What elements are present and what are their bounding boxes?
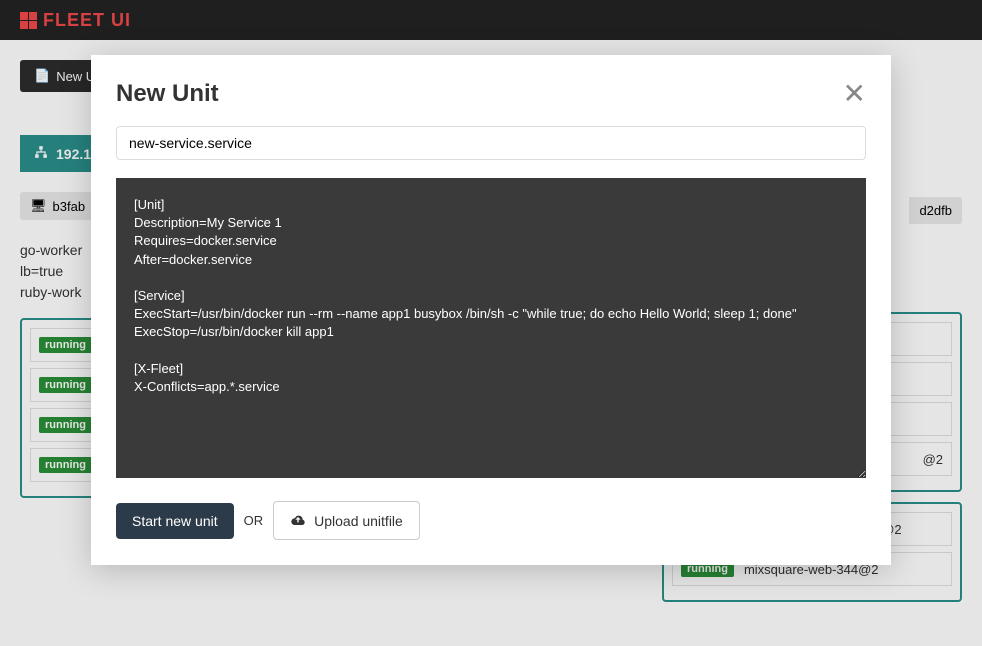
upload-label: Upload unitfile <box>314 513 403 529</box>
cloud-upload-icon <box>290 512 306 529</box>
unitfile-textarea[interactable] <box>116 178 866 478</box>
topbar: FLEET UI <box>0 0 982 40</box>
start-new-unit-button[interactable]: Start new unit <box>116 503 234 539</box>
app-logo[interactable]: FLEET UI <box>20 10 131 31</box>
logo-text: FLEET UI <box>43 10 131 31</box>
close-icon: ✕ <box>843 78 866 109</box>
unit-name-input[interactable] <box>116 126 866 160</box>
grid-icon <box>20 12 37 29</box>
close-button[interactable]: ✕ <box>843 80 866 108</box>
upload-unitfile-button[interactable]: Upload unitfile <box>273 501 420 540</box>
modal-header: New Unit ✕ <box>116 80 866 108</box>
new-unit-modal: New Unit ✕ Start new unit OR Upload unit… <box>91 55 891 565</box>
modal-footer: Start new unit OR Upload unitfile <box>116 501 866 540</box>
modal-title: New Unit <box>116 80 219 108</box>
or-text: OR <box>244 513 264 528</box>
